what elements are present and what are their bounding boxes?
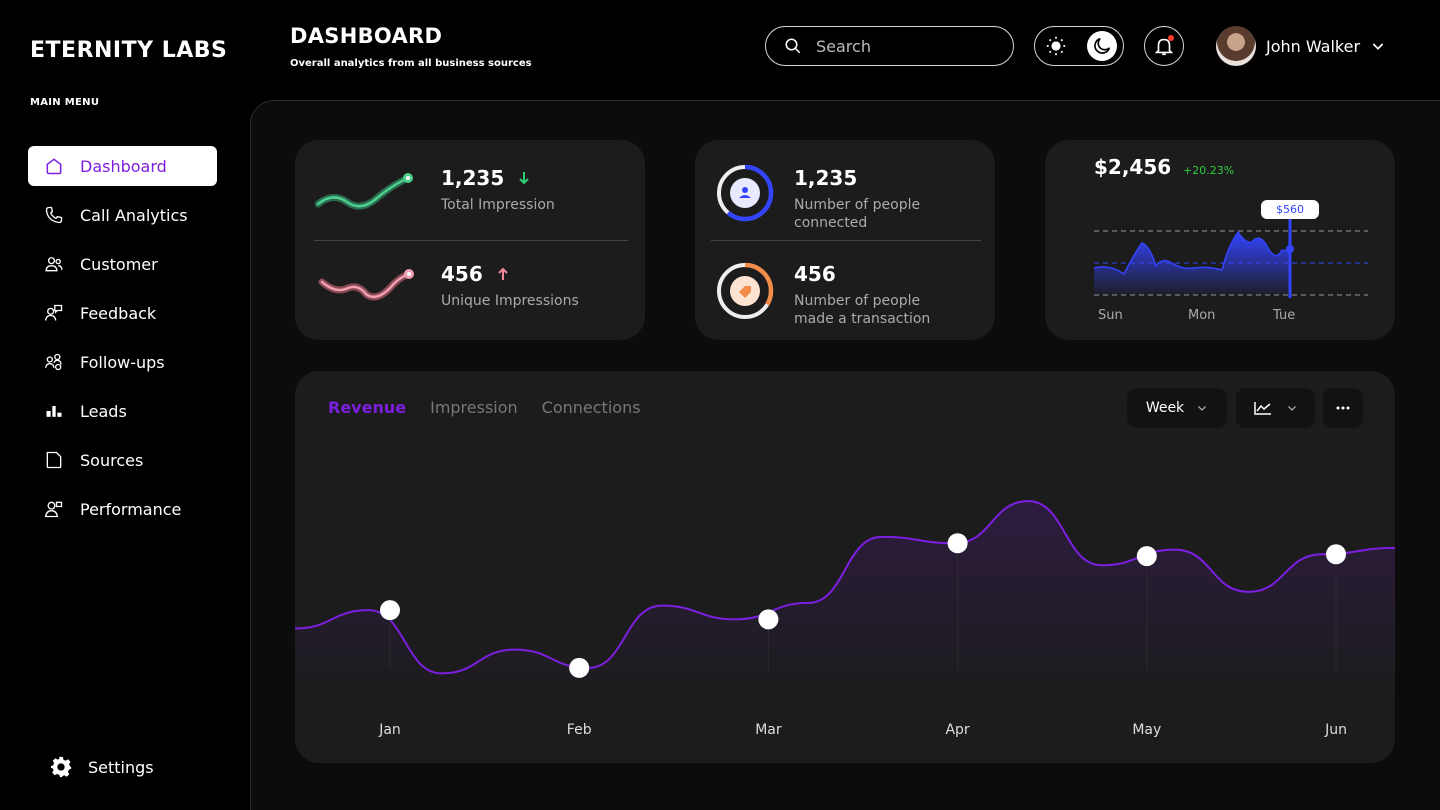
chart-type-select[interactable] xyxy=(1236,388,1315,428)
unique-impression-label: Unique Impressions xyxy=(441,293,579,309)
total-impression-stat: 1,235 Total Impression xyxy=(441,166,555,214)
phone-icon xyxy=(42,203,66,227)
search-bar[interactable] xyxy=(765,26,1014,66)
document-icon xyxy=(42,448,66,472)
divider xyxy=(711,240,981,241)
settings-button[interactable]: Settings xyxy=(50,756,154,778)
total-impression-sparkline xyxy=(315,173,413,210)
sidebar-item-call-analytics[interactable]: Call Analytics xyxy=(28,195,217,235)
connected-stat: 1,235 Number of people connected xyxy=(794,166,964,232)
performance-icon xyxy=(42,497,66,521)
connected-progress-ring xyxy=(716,164,774,222)
data-point-may[interactable] xyxy=(1136,546,1157,567)
sidebar-item-label: Call Analytics xyxy=(80,205,188,225)
sidebar-item-label: Dashboard xyxy=(80,156,167,176)
sidebar-item-follow-ups[interactable]: Follow-ups xyxy=(28,342,217,382)
notifications-button[interactable] xyxy=(1144,26,1184,66)
connected-label: Number of people connected xyxy=(794,197,921,231)
data-point-mar[interactable] xyxy=(758,609,779,630)
sales-mini-chart xyxy=(1093,216,1368,298)
page-title: DASHBOARD xyxy=(290,24,443,48)
x-tick-label: Jan xyxy=(378,722,401,738)
x-tick-label: Mar xyxy=(755,722,782,738)
sidebar-item-label: Customer xyxy=(80,254,158,274)
main-menu-label: MAIN MENU xyxy=(30,97,100,108)
data-point-apr[interactable] xyxy=(947,533,968,554)
sidebar-item-label: Leads xyxy=(80,401,127,421)
total-impression-value: 1,235 xyxy=(441,166,505,190)
home-icon xyxy=(42,154,66,178)
sales-value: $2,456 xyxy=(1094,155,1172,179)
gear-icon xyxy=(50,756,72,778)
sidebar-item-label: Sources xyxy=(80,450,144,470)
brand-logo[interactable]: ETERNITY LABS xyxy=(30,38,227,63)
sidebar-item-label: Performance xyxy=(80,499,182,519)
feedback-icon xyxy=(42,301,66,325)
divider xyxy=(314,240,628,241)
sales-tooltip: $560 xyxy=(1261,200,1319,219)
sidebar-item-performance[interactable]: Performance xyxy=(28,489,217,529)
transaction-label: Number of people made a transaction xyxy=(794,293,931,327)
search-input[interactable] xyxy=(816,36,996,56)
sidebar-item-label: Follow-ups xyxy=(80,352,165,372)
moon-icon xyxy=(1094,37,1111,54)
revenue-tabs: Revenue Impression Connections xyxy=(328,398,641,417)
data-point-feb[interactable] xyxy=(569,657,590,678)
avatar xyxy=(1216,26,1256,66)
range-select-value: Week xyxy=(1145,400,1185,416)
follow-ups-icon xyxy=(42,350,66,374)
user-menu[interactable]: John Walker xyxy=(1216,26,1386,66)
unique-impression-sparkline xyxy=(318,269,414,301)
transaction-stat: 456 Number of people made a transaction xyxy=(794,262,964,328)
unique-impression-stat: 456 Unique Impressions xyxy=(441,262,579,310)
sidebar-item-customer[interactable]: Customer xyxy=(28,244,217,284)
arrow-up-icon xyxy=(498,267,508,280)
sidebar-item-sources[interactable]: Sources xyxy=(28,440,217,480)
chevron-down-icon xyxy=(1198,406,1207,411)
x-tick-label: Jun xyxy=(1324,722,1347,738)
data-point-jan[interactable] xyxy=(380,600,400,621)
tab-revenue[interactable]: Revenue xyxy=(328,398,406,417)
transaction-progress-ring xyxy=(716,262,774,320)
sidebar-item-dashboard[interactable]: Dashboard xyxy=(28,146,217,186)
settings-label: Settings xyxy=(88,757,154,777)
x-tick-label: May xyxy=(1132,722,1161,738)
chevron-down-icon xyxy=(1372,43,1384,50)
connected-value: 1,235 xyxy=(794,166,858,190)
x-tick-label: Feb xyxy=(567,722,592,738)
more-options-button[interactable] xyxy=(1323,388,1363,428)
tab-connections[interactable]: Connections xyxy=(542,398,641,417)
day-label: Mon xyxy=(1188,308,1216,323)
data-point-jun[interactable] xyxy=(1326,544,1346,565)
x-tick-label: Apr xyxy=(945,722,969,738)
sales-change: +20.23% xyxy=(1183,164,1235,177)
arrow-down-icon xyxy=(519,172,529,185)
day-label: Tue xyxy=(1273,308,1296,323)
notification-dot xyxy=(1168,35,1174,41)
page-subtitle: Overall analytics from all business sour… xyxy=(290,58,532,69)
moon-button[interactable] xyxy=(1087,31,1117,61)
bar-chart-icon xyxy=(42,399,66,423)
sidebar-item-leads[interactable]: Leads xyxy=(28,391,217,431)
range-select[interactable]: Week xyxy=(1127,388,1227,428)
total-impression-label: Total Impression xyxy=(441,197,555,213)
unique-impression-value: 456 xyxy=(441,262,483,286)
user-name: John Walker xyxy=(1266,36,1361,56)
revenue-line-chart: Jan Feb Mar Apr May Jun xyxy=(295,500,1395,738)
theme-toggle[interactable] xyxy=(1034,26,1124,66)
sidebar-item-label: Feedback xyxy=(80,303,157,323)
line-chart-icon xyxy=(1253,402,1271,415)
tab-impression[interactable]: Impression xyxy=(430,398,518,417)
more-icon xyxy=(1336,406,1350,410)
day-label: Sun xyxy=(1098,308,1123,323)
sun-icon[interactable] xyxy=(1045,35,1067,57)
users-icon xyxy=(42,252,66,276)
chevron-down-icon xyxy=(1287,406,1296,411)
sidebar-nav: Dashboard Call Analytics Customer Feedba… xyxy=(28,146,217,538)
sidebar-item-feedback[interactable]: Feedback xyxy=(28,293,217,333)
search-icon xyxy=(785,38,801,54)
transaction-value: 456 xyxy=(794,262,836,286)
